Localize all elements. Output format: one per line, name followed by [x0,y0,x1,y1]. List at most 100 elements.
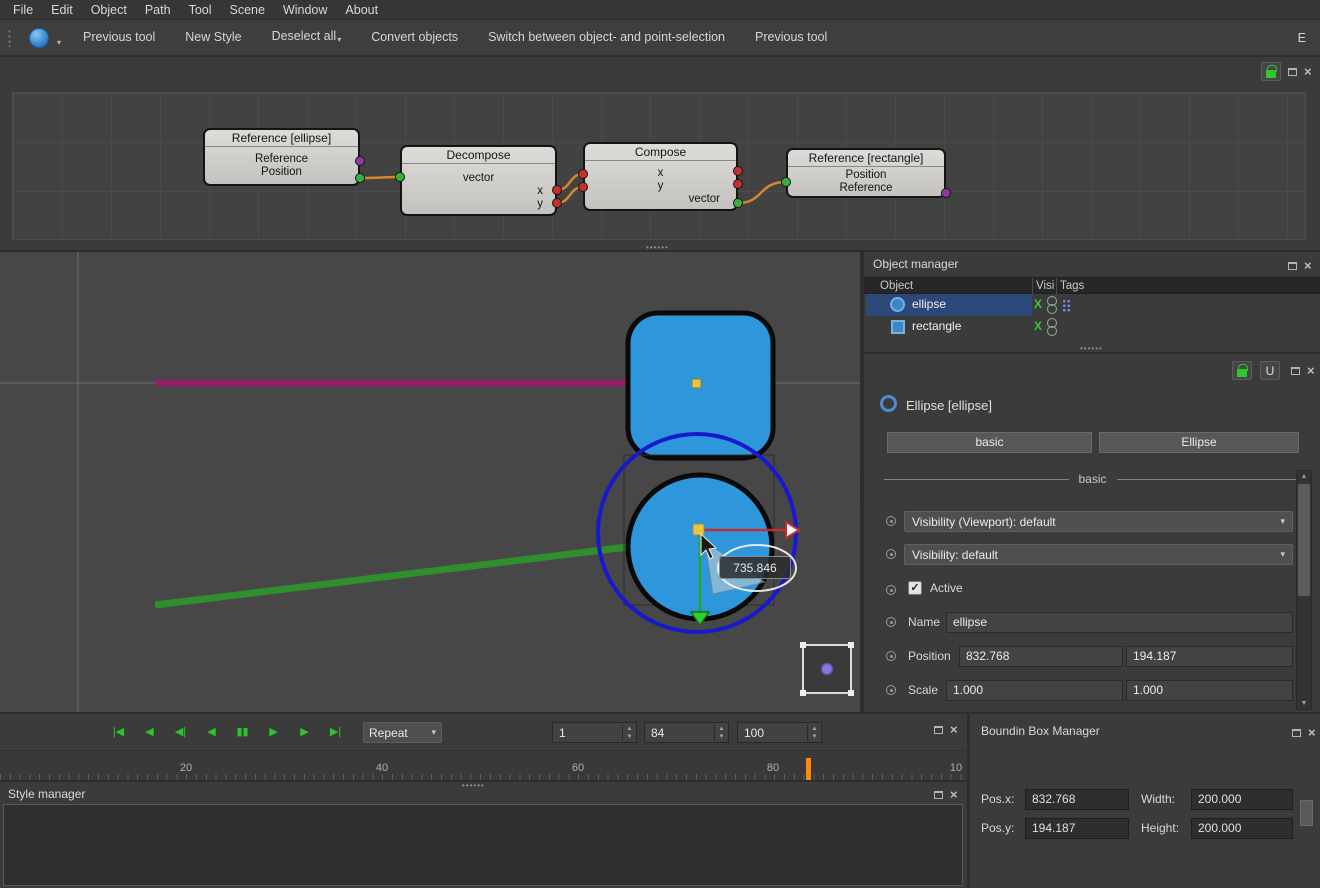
posy-input[interactable]: 194.187 [1025,818,1129,839]
spin-down-icon[interactable]: ▼ [627,733,633,741]
port-x-out[interactable] [552,185,562,195]
float-panel-icon[interactable] [934,790,943,799]
scroll-down-icon[interactable]: ▼ [1297,700,1311,707]
node-connector-icon[interactable] [886,585,896,595]
spin-down-icon[interactable]: ▼ [719,733,725,741]
skip-end-button[interactable]: ▶| [322,722,349,743]
height-input[interactable]: 200.000 [1191,818,1293,839]
node-connector-icon[interactable] [886,617,896,627]
close-panel-icon[interactable]: × [1308,726,1316,739]
node-connector-icon[interactable] [886,549,896,559]
port-y-out[interactable] [552,198,562,208]
node-connector-icon[interactable] [886,651,896,661]
prev-frame-button[interactable]: ◀| [167,722,194,743]
node-connector-icon[interactable] [886,516,896,526]
timeline-ruler[interactable]: 20 40 60 80 10 [0,750,967,781]
active-checkbox[interactable]: ✓ [908,581,922,595]
float-panel-icon[interactable] [934,725,943,734]
play-button[interactable]: ▶ [260,722,287,743]
spin-up-icon[interactable]: ▲ [812,725,818,733]
visibility-select[interactable]: Visibility: default ▾ [904,544,1293,565]
menu-scene[interactable]: Scene [221,0,274,20]
toolbar-new-style[interactable]: New Style [175,21,251,54]
menu-file[interactable]: File [4,0,42,20]
viewport-visibility-icon[interactable] [1047,296,1057,314]
menu-path[interactable]: Path [136,0,180,20]
repeat-mode-select[interactable]: Repeat ▾ [363,722,442,743]
playhead-marker[interactable] [806,758,811,781]
update-button[interactable]: U [1260,361,1280,380]
port-position-out[interactable] [355,173,365,183]
prev-keyframe-button[interactable]: ◀ [136,722,163,743]
dock-splitter-handle[interactable]: •••••• [462,782,485,790]
toolbar-previous-tool-1[interactable]: Previous tool [73,21,165,54]
properties-lock-button[interactable] [1232,361,1252,380]
scrollbar-thumb[interactable] [1298,484,1310,596]
end-frame-spinner[interactable]: 100 ▲ ▼ [737,722,822,743]
toolbar-convert-objects[interactable]: Convert objects [361,21,468,54]
pause-button[interactable]: ▮▮ [229,722,256,743]
port-y-passthrough[interactable] [733,179,743,189]
spin-down-icon[interactable]: ▼ [812,733,818,741]
viewport-canvas[interactable]: 735.846 [0,252,863,712]
node-reference-rectangle[interactable]: Reference [rectangle] Position Reference [786,148,946,198]
object-row-ellipse[interactable]: ellipse X [864,294,1320,316]
node-decompose[interactable]: Decompose vector x y [400,145,557,216]
ellipse-center-handle[interactable] [692,523,705,536]
close-panel-icon[interactable]: × [1304,259,1312,272]
close-panel-icon[interactable]: × [950,788,958,801]
menu-object[interactable]: Object [82,0,136,20]
tab-basic[interactable]: basic [887,432,1092,453]
node-reference-ellipse[interactable]: Reference [ellipse] Reference Position [203,128,360,186]
style-manager-content[interactable] [3,804,963,886]
toolbar-deselect-all[interactable]: Deselect all▾ [262,20,352,56]
viewport-visibility-icon[interactable] [1047,318,1057,336]
play-backward-button[interactable]: ◀ [198,722,225,743]
menu-tool[interactable]: Tool [180,0,221,20]
play-selection-button[interactable]: ▶ [291,722,318,743]
node-connector-icon[interactable] [886,685,896,695]
toolbar-overflow[interactable]: E [1298,31,1306,45]
dock-splitter-handle[interactable]: •••••• [646,244,669,252]
float-panel-icon[interactable] [1291,366,1300,375]
menu-about[interactable]: About [336,0,387,20]
spin-up-icon[interactable]: ▲ [627,725,633,733]
rectangle-center-handle[interactable] [691,378,702,389]
scroll-up-icon[interactable]: ▲ [1297,473,1311,480]
scrollbar-thumb[interactable] [1300,800,1313,826]
position-y-input[interactable]: 194.187 [1126,646,1293,667]
port-reference-out-2[interactable] [941,188,951,198]
scale-y-input[interactable]: 1.000 [1126,680,1293,701]
posx-input[interactable]: 832.768 [1025,789,1129,810]
toolbar-drag-handle[interactable] [7,28,12,47]
object-row-rectangle[interactable]: rectangle X [864,316,1320,338]
skip-start-button[interactable]: |◀ [105,722,132,743]
scale-x-input[interactable]: 1.000 [946,680,1123,701]
close-panel-icon[interactable]: × [1307,364,1315,377]
menu-edit[interactable]: Edit [42,0,82,20]
properties-scrollbar[interactable]: ▲ ▼ [1296,470,1312,710]
visibility-viewport-select[interactable]: Visibility (Viewport): default ▾ [904,511,1293,532]
port-x-in[interactable] [578,169,588,179]
toolbar-switch-selection-mode[interactable]: Switch between object- and point-selecti… [478,21,735,54]
port-vector-in[interactable] [395,172,405,182]
tab-ellipse[interactable]: Ellipse [1099,432,1299,453]
port-vector-out[interactable] [733,198,743,208]
menu-window[interactable]: Window [274,0,336,20]
position-x-input[interactable]: 832.768 [959,646,1123,667]
spin-up-icon[interactable]: ▲ [719,725,725,733]
name-input[interactable]: ellipse [946,612,1293,633]
current-tool-button[interactable] [21,24,57,52]
port-reference-out[interactable] [355,156,365,166]
node-compose[interactable]: Compose x y vector [583,142,738,211]
toolbar-previous-tool-2[interactable]: Previous tool [745,21,837,54]
port-position-in[interactable] [781,177,791,187]
visibility-toggle-icon[interactable]: X [1034,297,1042,311]
port-y-in[interactable] [578,182,588,192]
current-frame-spinner[interactable]: 84 ▲ ▼ [644,722,729,743]
width-input[interactable]: 200.000 [1191,789,1293,810]
port-x-passthrough[interactable] [733,166,743,176]
tool-dropdown-arrow-icon[interactable]: ▾ [57,38,61,47]
visibility-toggle-icon[interactable]: X [1034,319,1042,333]
close-panel-icon[interactable]: × [950,723,958,736]
